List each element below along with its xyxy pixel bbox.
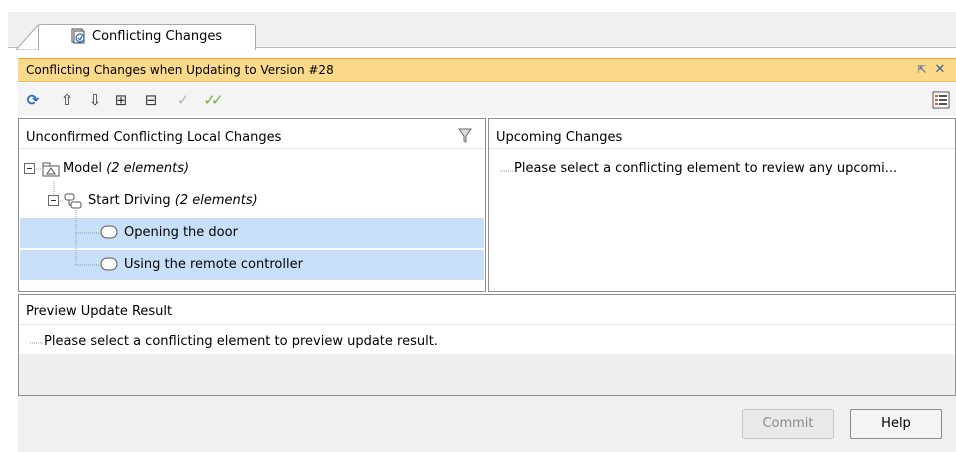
commit-button[interactable]: Commit — [742, 409, 834, 439]
restore-window-icon[interactable]: ⇱ — [914, 62, 930, 78]
tree-connector — [500, 170, 514, 172]
start-driving-count: (2 elements) — [174, 193, 258, 208]
window-title: Conflicting Changes when Updating to Ver… — [26, 63, 334, 77]
tree-connector — [30, 342, 44, 344]
preview-empty-area — [18, 354, 956, 396]
refresh-icon[interactable]: ⟳ — [22, 89, 44, 111]
using-remote-controller-label: Using the remote controller — [124, 257, 303, 272]
confirm-icon[interactable]: ✓ — [172, 89, 194, 111]
view-options-icon[interactable] — [932, 91, 950, 109]
confirm-all-icon[interactable]: ✓✓ — [200, 89, 223, 111]
filter-icon[interactable] — [458, 128, 472, 144]
next-change-icon[interactable]: ⇩ — [84, 89, 106, 111]
local-changes-title: Unconfirmed Conflicting Local Changes — [26, 130, 282, 145]
tab-label: Conflicting Changes — [92, 29, 223, 44]
help-button[interactable]: Help — [850, 409, 942, 439]
expand-all-icon[interactable]: ⊞ — [110, 89, 132, 111]
upcoming-changes-message: Please select a conflicting element to r… — [514, 161, 898, 176]
preview-message: Please select a conflicting element to p… — [44, 334, 438, 349]
tree-connectors — [36, 168, 100, 266]
preview-title: Preview Update Result — [26, 304, 173, 319]
close-window-icon[interactable]: ✕ — [932, 62, 948, 78]
previous-change-icon[interactable]: ⇧ — [56, 89, 78, 111]
collapse-all-icon[interactable]: ⊟ — [140, 89, 162, 111]
upcoming-changes-title: Upcoming Changes — [496, 130, 623, 145]
opening-the-door-label: Opening the door — [124, 225, 238, 240]
conflicting-changes-icon — [71, 28, 85, 44]
